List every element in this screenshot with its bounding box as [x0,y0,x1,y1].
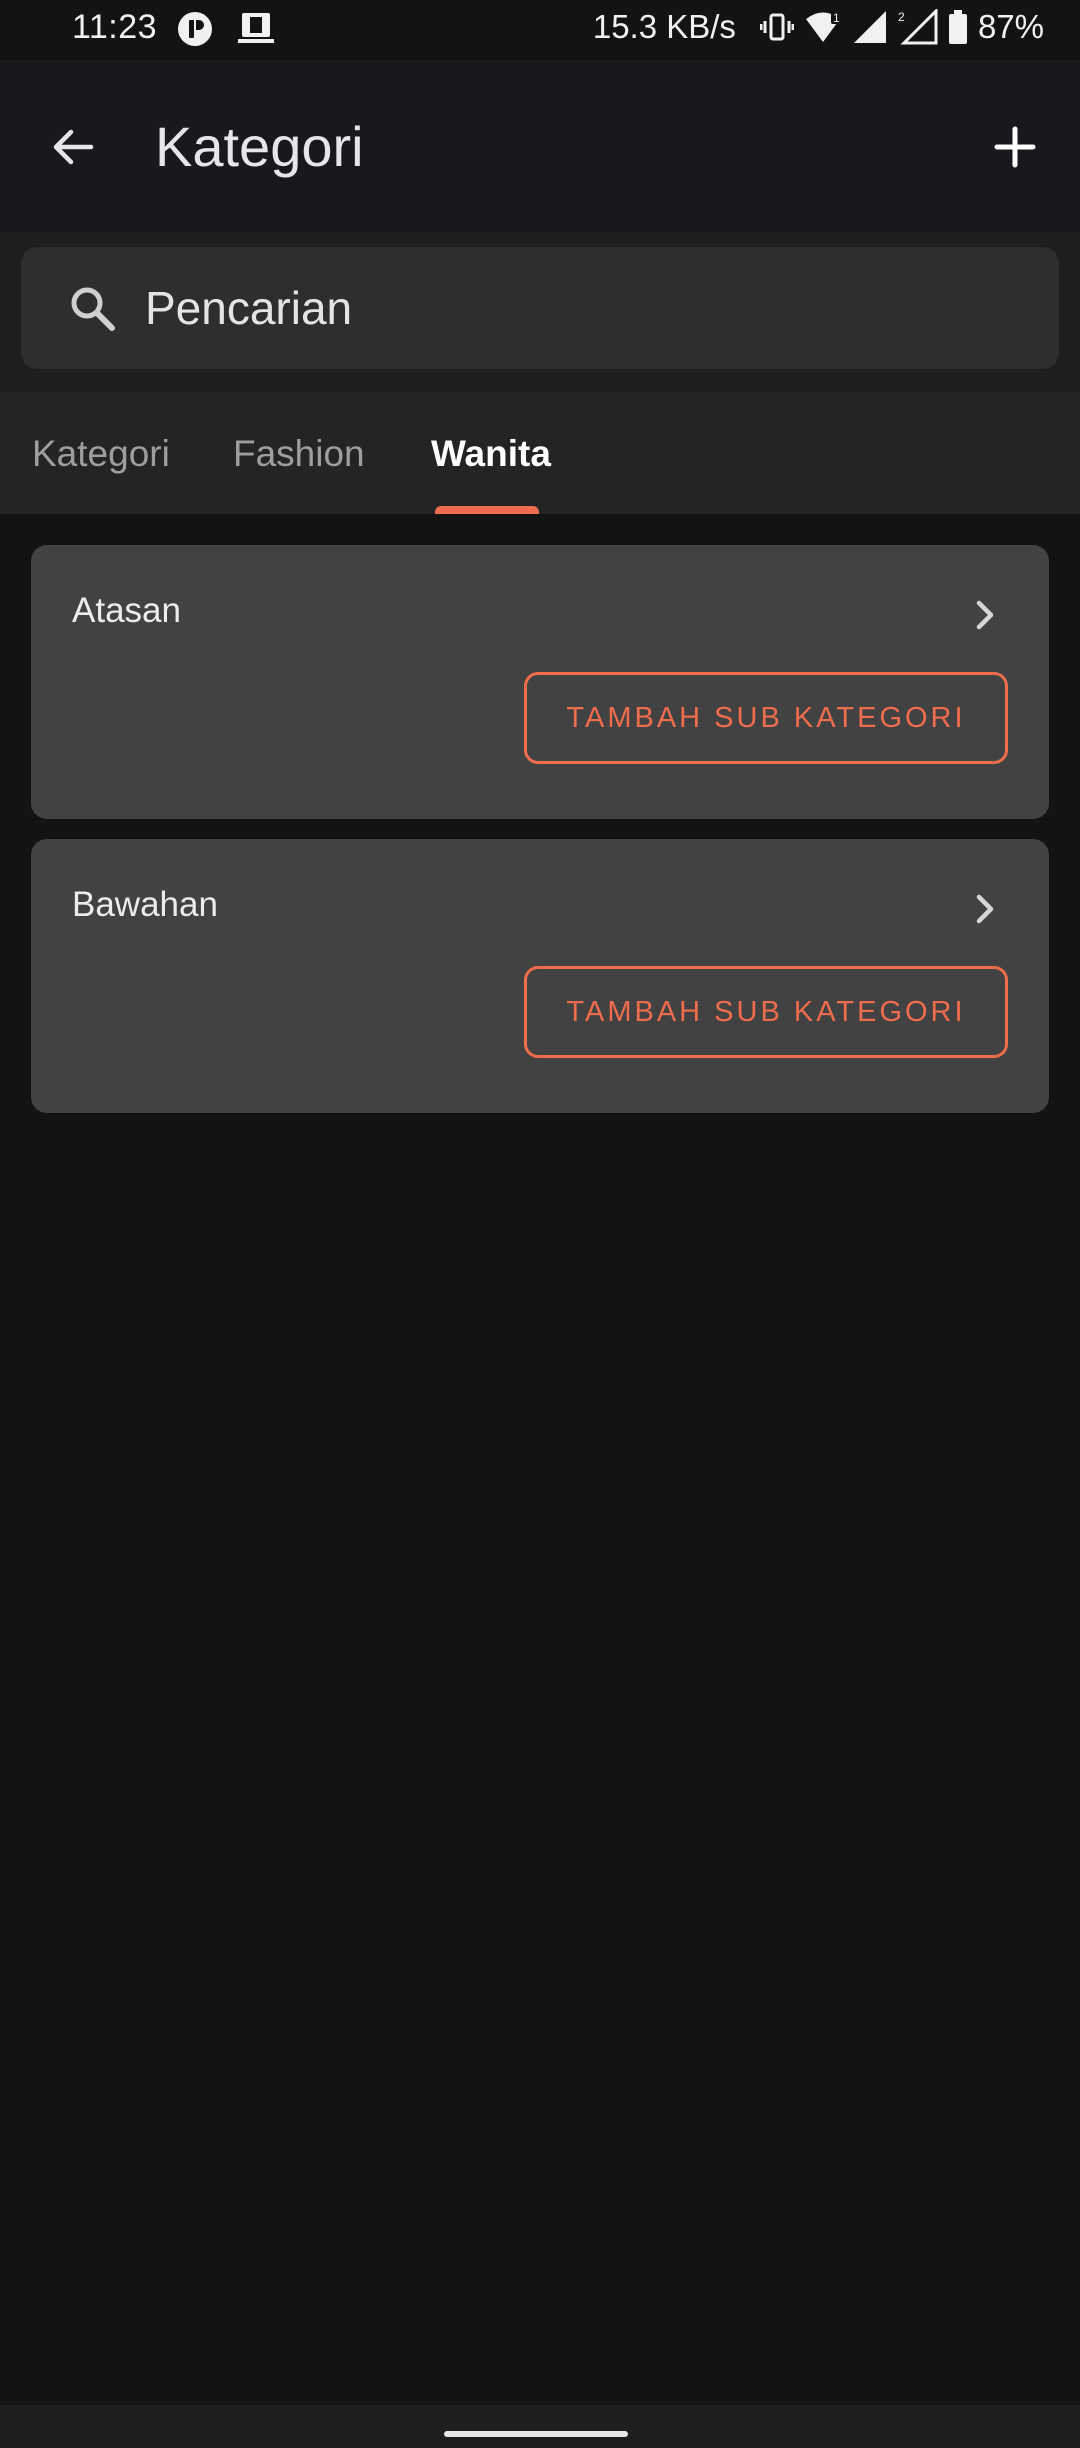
battery-level: 87% [977,8,1044,45]
media-icon [238,13,274,43]
chevron-right-icon[interactable] [967,597,1003,633]
category-list: Atasan TAMBAH SUB KATEGORI Bawahan TAMBA… [31,545,1049,1133]
category-name: Bawahan [72,885,218,924]
category-name: Atasan [72,591,181,630]
status-time: 11:23 [72,8,158,46]
tab-fashion[interactable]: Fashion [233,432,365,476]
arrow-left-icon [53,129,94,165]
svg-text:2: 2 [898,10,905,24]
tab-wanita[interactable]: Wanita [431,432,551,476]
add-sub-category-button[interactable]: TAMBAH SUB KATEGORI [524,966,1008,1058]
status-bar: 11:23 15.3 KB/s 1 2 87% [0,0,1080,60]
add-category-button[interactable] [980,112,1050,182]
signal-sim2-icon: 2 [898,9,938,45]
search-icon [71,287,115,331]
tab-kategori[interactable]: Kategori [32,432,170,476]
app-notification-icon [178,12,212,46]
vibrate-icon [759,13,794,41]
wifi-icon: 1 [805,10,842,42]
page-title: Kategori [155,115,364,178]
category-card[interactable]: Bawahan TAMBAH SUB KATEGORI [31,839,1049,1113]
app-bar: Kategori [0,60,1080,232]
home-gesture-handle[interactable] [444,2431,628,2437]
active-tab-indicator [435,506,539,514]
signal-sim1-icon [853,11,886,43]
category-card[interactable]: Atasan TAMBAH SUB KATEGORI [31,545,1049,819]
plus-icon [994,126,1036,168]
status-left-icons [176,10,276,48]
battery-icon [948,10,967,44]
search-input[interactable] [121,265,1069,351]
search-box[interactable] [21,247,1069,369]
search-area [0,232,1080,392]
back-button[interactable] [38,112,108,182]
add-sub-category-button[interactable]: TAMBAH SUB KATEGORI [524,672,1008,764]
status-right: 15.3 KB/s 1 2 87% [593,8,1044,46]
network-speed: 15.3 KB/s [592,8,736,45]
system-nav-bar [0,2405,1080,2448]
svg-text:1: 1 [833,11,840,25]
category-breadcrumb-tabs: Kategori Fashion Wanita [0,392,1080,514]
chevron-right-icon[interactable] [967,891,1003,927]
